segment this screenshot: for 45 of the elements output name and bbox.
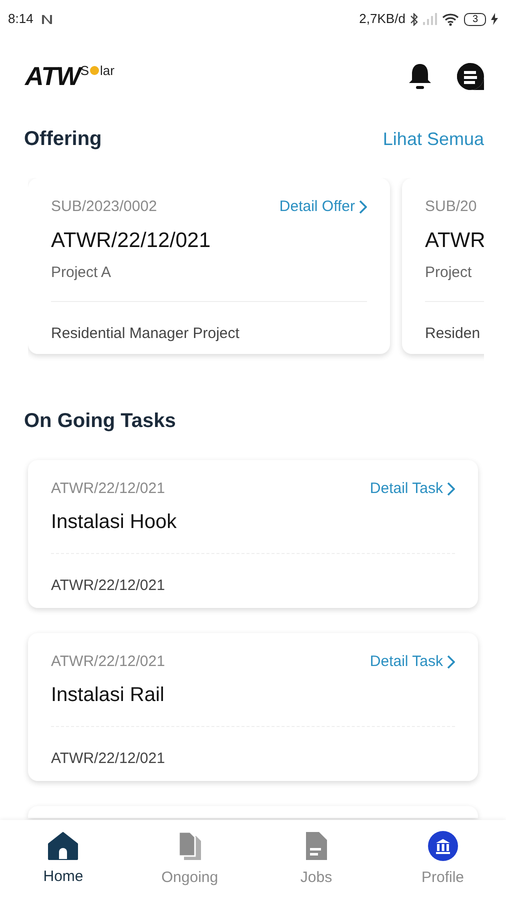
section-title: On Going Tasks bbox=[24, 410, 176, 432]
task-card[interactable]: ATWR/22/12/021 Detail Task Instalasi Hook ATWR/22/12/021 bbox=[28, 460, 478, 608]
task-name: Instalasi Rail bbox=[51, 682, 166, 708]
documents-icon bbox=[176, 830, 203, 861]
notification-icon bbox=[41, 14, 54, 24]
battery-indicator: 3 bbox=[464, 12, 486, 26]
project-name: Project bbox=[425, 263, 473, 283]
document-icon bbox=[304, 830, 328, 861]
task-reference: ATWR/22/12/021 bbox=[51, 750, 165, 766]
chevron-right-icon bbox=[447, 655, 455, 670]
project-role: Residential Manager Project bbox=[51, 324, 240, 342]
detail-link[interactable]: Detail Task bbox=[370, 478, 455, 500]
see-all-link[interactable]: Lihat Semua bbox=[382, 126, 484, 152]
offer-card[interactable]: SUB/20 ATWR Project Residen bbox=[402, 178, 484, 354]
task-reference: ATWR/22/12/021 bbox=[51, 576, 165, 594]
offer-code: SUB/2023/0002 bbox=[51, 197, 157, 217]
message-icon[interactable] bbox=[457, 62, 484, 90]
offer-card[interactable]: SUB/2023/0002 Detail Offer ATWR/22/12/021 Project A Residential Manager Project bbox=[28, 178, 390, 354]
nav-tab[interactable]: Profile bbox=[380, 820, 506, 900]
charging-icon bbox=[491, 13, 498, 25]
section-title: Offering bbox=[24, 127, 102, 152]
house-icon bbox=[48, 832, 78, 860]
project-number: ATWR bbox=[425, 228, 484, 254]
bluetooth-icon bbox=[410, 12, 418, 26]
project-role: Residen bbox=[425, 324, 480, 342]
nav-tab[interactable]: Jobs bbox=[253, 820, 380, 900]
notification-bell-icon[interactable] bbox=[407, 62, 433, 90]
project-number: ATWR/22/12/021 bbox=[51, 228, 212, 254]
chevron-right-icon bbox=[359, 200, 367, 214]
nav-tab[interactable]: Ongoing bbox=[126, 820, 253, 900]
wifi-icon bbox=[442, 12, 460, 26]
signal-icon bbox=[423, 13, 438, 25]
detail-link[interactable]: Detail Task bbox=[370, 651, 455, 674]
bank-icon bbox=[428, 830, 458, 861]
nav-tab[interactable]: Home bbox=[0, 820, 126, 900]
detail-link[interactable]: Detail Offer bbox=[279, 196, 367, 218]
network-speed: 2,7KB/d bbox=[359, 10, 406, 28]
chevron-right-icon bbox=[447, 482, 455, 496]
task-card[interactable]: ATWR/22/12/021 Detail Task Instalasi Rail ATWR/22/12/021 bbox=[28, 633, 478, 781]
status-time: 8:14 bbox=[8, 10, 34, 28]
task-code: ATWR/22/12/021 bbox=[51, 652, 165, 672]
task-code: ATWR/22/12/021 bbox=[51, 479, 165, 499]
project-name: Project A bbox=[51, 263, 112, 283]
task-name: Instalasi Hook bbox=[51, 510, 178, 534]
offer-code: SUB/20 bbox=[425, 197, 477, 217]
